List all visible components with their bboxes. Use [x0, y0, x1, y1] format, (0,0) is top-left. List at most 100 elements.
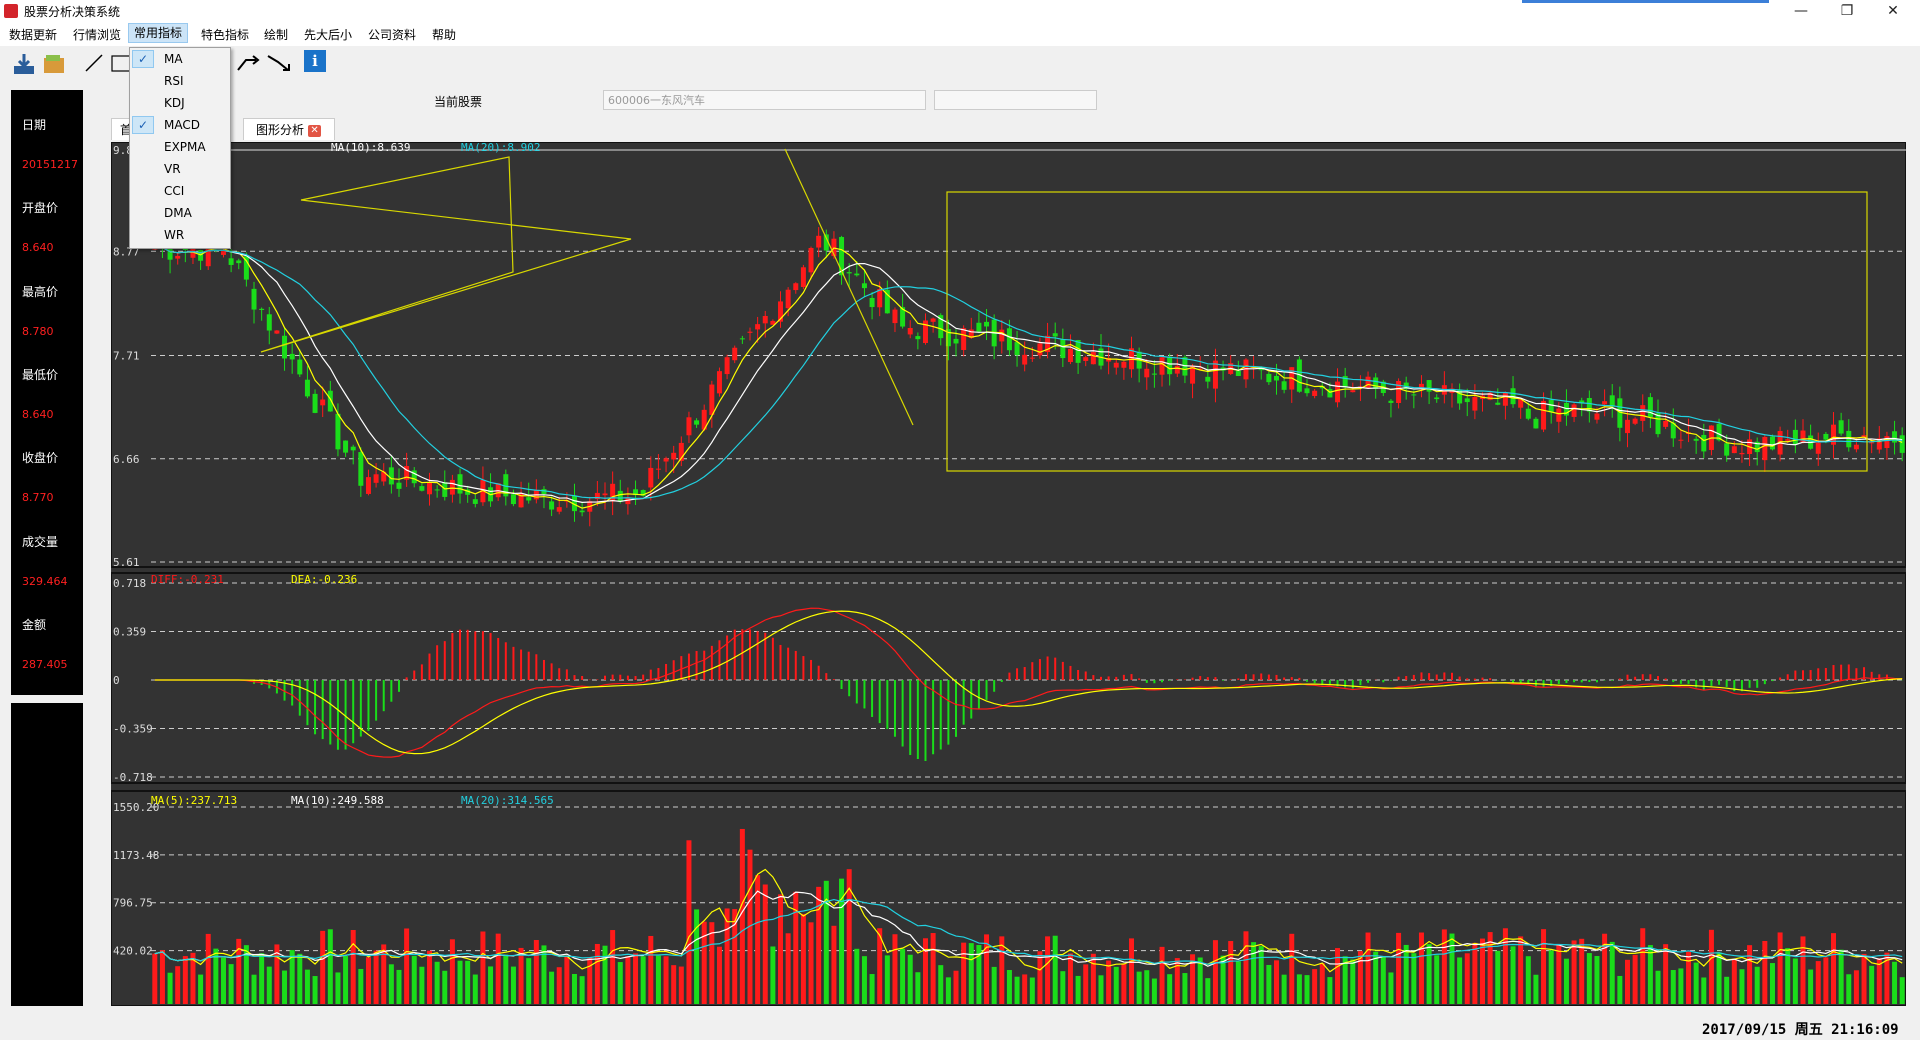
menu-quotes[interactable]: 行情浏览: [72, 26, 122, 43]
menu-item-ma[interactable]: MA: [164, 52, 183, 66]
volume-value: 329.464: [22, 575, 68, 588]
volume-bar: [1609, 941, 1615, 1004]
date-value: 20151217: [22, 158, 78, 171]
price-candle: [1235, 370, 1241, 377]
volume-bar: [778, 894, 784, 1004]
volume-bar: [1327, 977, 1333, 1004]
price-candle: [1739, 452, 1745, 455]
volume-bar: [686, 840, 692, 1004]
chart-area[interactable]: 9.8 8.77 7.71 6.66 5.61 MA(10):8.639 MA(20):8.…: [110, 141, 1907, 1007]
price-candle: [1159, 357, 1165, 375]
price-candle: [1006, 328, 1012, 351]
tab-close-icon[interactable]: ✕: [308, 124, 322, 137]
price-candle: [1823, 433, 1829, 440]
up-trend-tool-icon[interactable]: [236, 52, 260, 74]
price-candle: [854, 273, 860, 276]
volume-bar: [1273, 960, 1279, 1004]
menu-item-kdj[interactable]: KDJ: [164, 96, 185, 110]
tab-chart-analysis[interactable]: 图形分析 ✕: [243, 118, 335, 140]
minimize-button[interactable]: —: [1778, 0, 1824, 22]
price-candle: [655, 468, 661, 470]
volume-bar: [571, 973, 577, 1004]
macd-tick-label: -0.359: [113, 723, 153, 736]
volume-bar: [1296, 974, 1302, 1004]
volume-bar: [1075, 975, 1081, 1004]
volume-bar: [1464, 953, 1470, 1004]
chart-canvas[interactable]: 9.88.777.716.665.61MA(10):8.639 MA(20):8.…: [110, 141, 1907, 1007]
price-candle: [1731, 446, 1737, 454]
volume-bar: [1647, 945, 1653, 1004]
info-panel-lower: [11, 703, 83, 1006]
stock-secondary-field[interactable]: [934, 90, 1097, 110]
line-tool-icon[interactable]: [83, 52, 105, 74]
volume-bar: [900, 948, 906, 1004]
menu-item-cci[interactable]: CCI: [164, 184, 184, 198]
close-button[interactable]: ✕: [1870, 0, 1916, 22]
volume-bar: [1235, 961, 1241, 1004]
down-trend-tool-icon[interactable]: [266, 52, 292, 74]
volume-bar: [671, 965, 677, 1004]
menu-item-macd[interactable]: MACD: [164, 118, 200, 132]
price-candle: [961, 328, 967, 350]
current-stock-field[interactable]: 600006一东风汽车: [603, 90, 926, 110]
volume-tick-label: 420.02: [113, 945, 153, 958]
menu-company-info[interactable]: 公司资料: [367, 26, 417, 43]
price-candle: [1014, 342, 1020, 356]
volume-label: 成交量: [22, 535, 59, 549]
menu-big-first[interactable]: 先大后小: [303, 26, 353, 43]
menu-common-indicators[interactable]: 常用指标: [127, 23, 189, 43]
volume-bar: [1548, 950, 1554, 1004]
price-candle: [686, 417, 692, 436]
price-candle: [1632, 418, 1638, 424]
menu-data-update[interactable]: 数据更新: [8, 26, 58, 43]
volume-bar: [480, 931, 486, 1004]
maximize-button[interactable]: ❐: [1824, 0, 1870, 22]
menu-item-wr[interactable]: WR: [164, 228, 184, 242]
title-accent-bar: [1522, 0, 1769, 3]
price-candle: [236, 260, 242, 264]
volume-bar: [488, 966, 494, 1004]
volume-bar: [411, 955, 417, 1004]
volume-bar: [1747, 945, 1753, 1004]
volume-bar: [228, 964, 234, 1004]
volume-bar: [518, 947, 524, 1004]
menu-item-vr[interactable]: VR: [164, 162, 181, 176]
volume-bar: [1617, 975, 1623, 1004]
volume-bar: [1403, 944, 1409, 1004]
menu-item-rsi[interactable]: RSI: [164, 74, 184, 88]
folder-icon[interactable]: [42, 52, 66, 76]
volume-bar: [503, 954, 509, 1004]
menu-draw[interactable]: 绘制: [263, 26, 289, 43]
download-icon[interactable]: [12, 52, 36, 76]
price-candle: [1594, 413, 1600, 420]
menu-special-indicators[interactable]: 特色指标: [200, 26, 250, 43]
menu-item-dma[interactable]: DMA: [164, 206, 192, 220]
volume-bar: [1060, 971, 1066, 1004]
volume-bar: [167, 972, 173, 1004]
volume-bar: [159, 950, 165, 1004]
volume-bar: [1678, 968, 1684, 1004]
volume-bar: [404, 928, 410, 1004]
volume-bar: [1029, 977, 1035, 1004]
volume-bar: [388, 964, 394, 1004]
volume-bar: [1495, 950, 1501, 1004]
volume-bar: [198, 974, 204, 1004]
price-candle: [335, 413, 341, 450]
volume-bar: [449, 939, 455, 1004]
volume-bar: [526, 958, 532, 1004]
menu-item-expma[interactable]: EXPMA: [164, 140, 206, 154]
volume-bar: [922, 938, 928, 1004]
volume-bar: [205, 933, 211, 1004]
price-candle: [1281, 381, 1287, 390]
volume-bar: [1670, 970, 1676, 1004]
volume-bar: [1289, 933, 1295, 1004]
volume-bar: [1731, 958, 1737, 1004]
volume-bar: [1243, 931, 1249, 1004]
price-candle: [671, 452, 677, 460]
volume-bar: [327, 929, 333, 1004]
info-icon[interactable]: i: [304, 50, 326, 72]
volume-bar: [358, 968, 364, 1004]
volume-bar: [915, 972, 921, 1004]
menu-help[interactable]: 帮助: [431, 26, 457, 43]
high-label: 最高价: [22, 285, 59, 299]
